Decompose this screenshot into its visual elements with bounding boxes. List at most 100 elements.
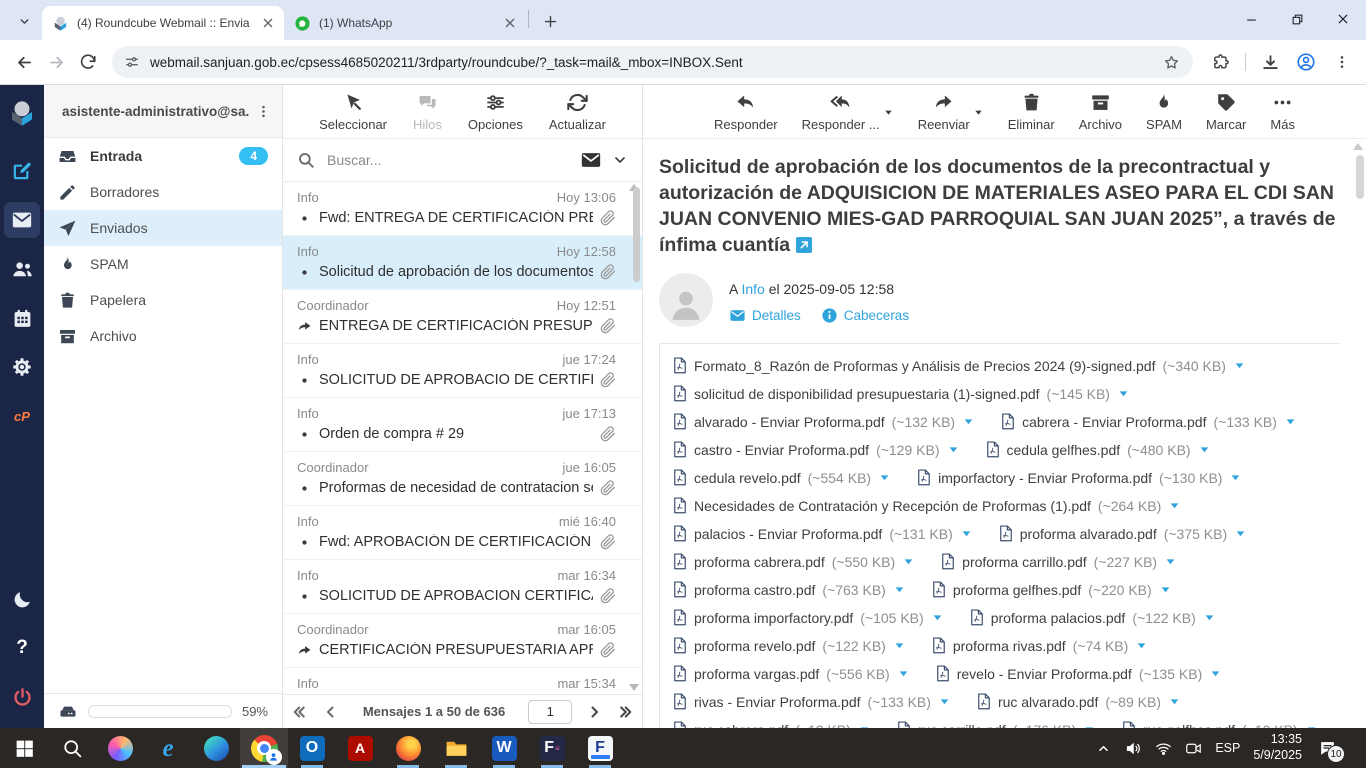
message-list-item[interactable]: Infojue 17:13Orden de compra # 29 bbox=[283, 398, 642, 452]
prev-page-button[interactable] bbox=[322, 703, 340, 721]
extensions-icon[interactable] bbox=[1205, 46, 1237, 78]
attachment-name[interactable]: proforma cabrera.pdf bbox=[694, 554, 825, 570]
account-menu-icon[interactable] bbox=[250, 98, 276, 124]
downloads-icon[interactable] bbox=[1254, 46, 1286, 78]
attachment-menu-caret-icon[interactable] bbox=[1284, 415, 1297, 428]
taskbar-outlook-icon[interactable]: O bbox=[288, 728, 336, 768]
search-options-chevron-icon[interactable] bbox=[612, 152, 628, 168]
attachment-menu-caret-icon[interactable] bbox=[1159, 583, 1172, 596]
back-button[interactable] bbox=[8, 46, 40, 78]
attachment-name[interactable]: revelo - Enviar Proforma.pdf bbox=[957, 666, 1132, 682]
taskbar-acrobat-icon[interactable]: A bbox=[336, 728, 384, 768]
attachment-file[interactable]: revelo - Enviar Proforma.pdf(~135 KB) bbox=[936, 665, 1223, 682]
message-list-item[interactable]: CoordinadorHoy 12:51ENTREGA DE CERTIFICA… bbox=[283, 290, 642, 344]
attachment-name[interactable]: proforma imporfactory.pdf bbox=[694, 610, 853, 626]
rail-help-button[interactable]: ? bbox=[4, 630, 40, 666]
attachment-name[interactable]: cedula revelo.pdf bbox=[694, 470, 801, 486]
attachment-file[interactable]: proforma palacios.pdf(~122 KB) bbox=[970, 609, 1216, 626]
message-list-item[interactable]: Infomié 16:40Fwd: APROBACIÓN DE CERTIFIC… bbox=[283, 506, 642, 560]
attachment-file[interactable]: proforma vargas.pdf(~556 KB) bbox=[673, 665, 910, 682]
attachment-menu-caret-icon[interactable] bbox=[1117, 387, 1130, 400]
attachment-file[interactable]: cedula revelo.pdf(~554 KB) bbox=[673, 469, 891, 486]
attachment-menu-caret-icon[interactable] bbox=[893, 639, 906, 652]
wifi-icon[interactable] bbox=[1155, 740, 1172, 757]
taskbar-f-blue-app-icon[interactable]: F bbox=[576, 728, 624, 768]
attachment-menu-caret-icon[interactable] bbox=[897, 667, 910, 680]
message-list-item[interactable]: Infomar 16:34SOLICITUD DE APROBACION CER… bbox=[283, 560, 642, 614]
notification-center-icon[interactable]: 10 bbox=[1315, 736, 1339, 760]
attachment-menu-caret-icon[interactable] bbox=[902, 555, 915, 568]
attachment-name[interactable]: proforma palacios.pdf bbox=[991, 610, 1126, 626]
site-info-icon[interactable] bbox=[124, 54, 140, 70]
clock[interactable]: 13:35 5/9/2025 bbox=[1253, 732, 1302, 763]
external-link-icon[interactable] bbox=[796, 237, 812, 253]
attachment-file[interactable]: alvarado - Enviar Proforma.pdf(~132 KB) bbox=[673, 413, 975, 430]
attachment-name[interactable]: Necesidades de Contratación y Recepción … bbox=[694, 498, 1091, 514]
attachment-file[interactable]: proforma revelo.pdf(~122 KB) bbox=[673, 637, 906, 654]
attachment-name[interactable]: rivas - Enviar Proforma.pdf bbox=[694, 694, 861, 710]
page-number-input[interactable] bbox=[528, 700, 572, 724]
attachment-menu-caret-icon[interactable] bbox=[1233, 359, 1246, 372]
attachment-menu-caret-icon[interactable] bbox=[962, 415, 975, 428]
rail-compose-button[interactable] bbox=[4, 153, 40, 189]
sidebar-folder-entrada[interactable]: Entrada4 bbox=[44, 138, 282, 174]
attachment-menu-caret-icon[interactable] bbox=[893, 583, 906, 596]
sidebar-folder-borradores[interactable]: Borradores bbox=[44, 174, 282, 210]
message-list-item[interactable]: Coordinadorjue 16:05Proformas de necesid… bbox=[283, 452, 642, 506]
attachment-file[interactable]: ruc gelfhes.pdf(~10 KB) bbox=[1122, 721, 1317, 728]
tray-chevron-up-icon[interactable] bbox=[1095, 740, 1112, 757]
taskbar-internet-explorer-icon[interactable]: e bbox=[144, 728, 192, 768]
dropdown-caret-icon[interactable] bbox=[883, 107, 894, 118]
attachment-file[interactable]: castro - Enviar Proforma.pdf(~129 KB) bbox=[673, 441, 960, 458]
dropdown-caret-icon[interactable] bbox=[973, 107, 984, 118]
list-scroll-down-icon[interactable] bbox=[629, 684, 639, 691]
attachment-menu-caret-icon[interactable] bbox=[1168, 499, 1181, 512]
meet-now-icon[interactable] bbox=[1185, 740, 1202, 757]
taskbar-word-icon[interactable]: W bbox=[480, 728, 528, 768]
taskbar-firefox-icon[interactable] bbox=[384, 728, 432, 768]
attachment-menu-caret-icon[interactable] bbox=[1135, 639, 1148, 652]
message-toolbar-archivo-button[interactable]: Archivo bbox=[1079, 92, 1122, 132]
message-list-item[interactable]: Infomar 15:34 bbox=[283, 668, 642, 694]
first-page-button[interactable] bbox=[291, 703, 309, 721]
sidebar-folder-enviados[interactable]: Enviados bbox=[44, 210, 282, 246]
restore-button[interactable] bbox=[1274, 0, 1320, 38]
profile-icon[interactable] bbox=[1290, 46, 1322, 78]
rail-mail-button[interactable] bbox=[4, 202, 40, 238]
attachment-menu-caret-icon[interactable] bbox=[1198, 443, 1211, 456]
taskbar-file-explorer-icon[interactable] bbox=[432, 728, 480, 768]
attachment-name[interactable]: alvarado - Enviar Proforma.pdf bbox=[694, 414, 885, 430]
tab-close-icon[interactable] bbox=[260, 15, 276, 31]
bookmark-star-icon[interactable] bbox=[1155, 46, 1187, 78]
attachment-name[interactable]: palacios - Enviar Proforma.pdf bbox=[694, 526, 882, 542]
minimize-button[interactable] bbox=[1228, 0, 1274, 38]
attachment-menu-caret-icon[interactable] bbox=[1209, 667, 1222, 680]
recipient-link[interactable]: Info bbox=[741, 281, 764, 297]
close-button[interactable] bbox=[1320, 0, 1366, 38]
attachment-file[interactable]: rivas - Enviar Proforma.pdf(~133 KB) bbox=[673, 693, 951, 710]
tab-whatsapp[interactable]: (1) WhatsApp bbox=[284, 6, 526, 40]
browser-menu-icon[interactable] bbox=[1326, 46, 1358, 78]
last-page-button[interactable] bbox=[616, 703, 634, 721]
sidebar-folder-spam[interactable]: SPAM bbox=[44, 246, 282, 282]
taskbar-edge-icon[interactable] bbox=[192, 728, 240, 768]
message-toolbar-reenviar-button[interactable]: Reenviar bbox=[918, 92, 984, 132]
attachment-menu-caret-icon[interactable] bbox=[1229, 471, 1242, 484]
tab-roundcube[interactable]: (4) Roundcube Webmail :: Envia bbox=[42, 6, 284, 40]
list-toolbar-actualizar-button[interactable]: Actualizar bbox=[549, 92, 606, 132]
attachment-name[interactable]: ruc alvarado.pdf bbox=[998, 694, 1098, 710]
attachment-file[interactable]: ruc cabrera.pdf(~12 KB) bbox=[673, 721, 871, 728]
next-page-button[interactable] bbox=[585, 703, 603, 721]
rail-contacts-button[interactable] bbox=[4, 251, 40, 287]
attachment-name[interactable]: imporfactory - Enviar Proforma.pdf bbox=[938, 470, 1152, 486]
list-toolbar-opciones-button[interactable]: Opciones bbox=[468, 92, 523, 132]
taskbar-start-icon[interactable] bbox=[0, 728, 48, 768]
search-input[interactable] bbox=[325, 151, 570, 169]
attachment-file[interactable]: cabrera - Enviar Proforma.pdf(~133 KB) bbox=[1001, 413, 1297, 430]
attachment-name[interactable]: solicitud de disponibilidad presupuestar… bbox=[694, 386, 1040, 402]
attachment-name[interactable]: castro - Enviar Proforma.pdf bbox=[694, 442, 869, 458]
attachment-name[interactable]: proforma vargas.pdf bbox=[694, 666, 819, 682]
attachment-menu-caret-icon[interactable] bbox=[1164, 555, 1177, 568]
attachment-name[interactable]: cabrera - Enviar Proforma.pdf bbox=[1022, 414, 1206, 430]
attachment-file[interactable]: Formato_8_Razón de Proformas y Análisis … bbox=[673, 357, 1246, 374]
